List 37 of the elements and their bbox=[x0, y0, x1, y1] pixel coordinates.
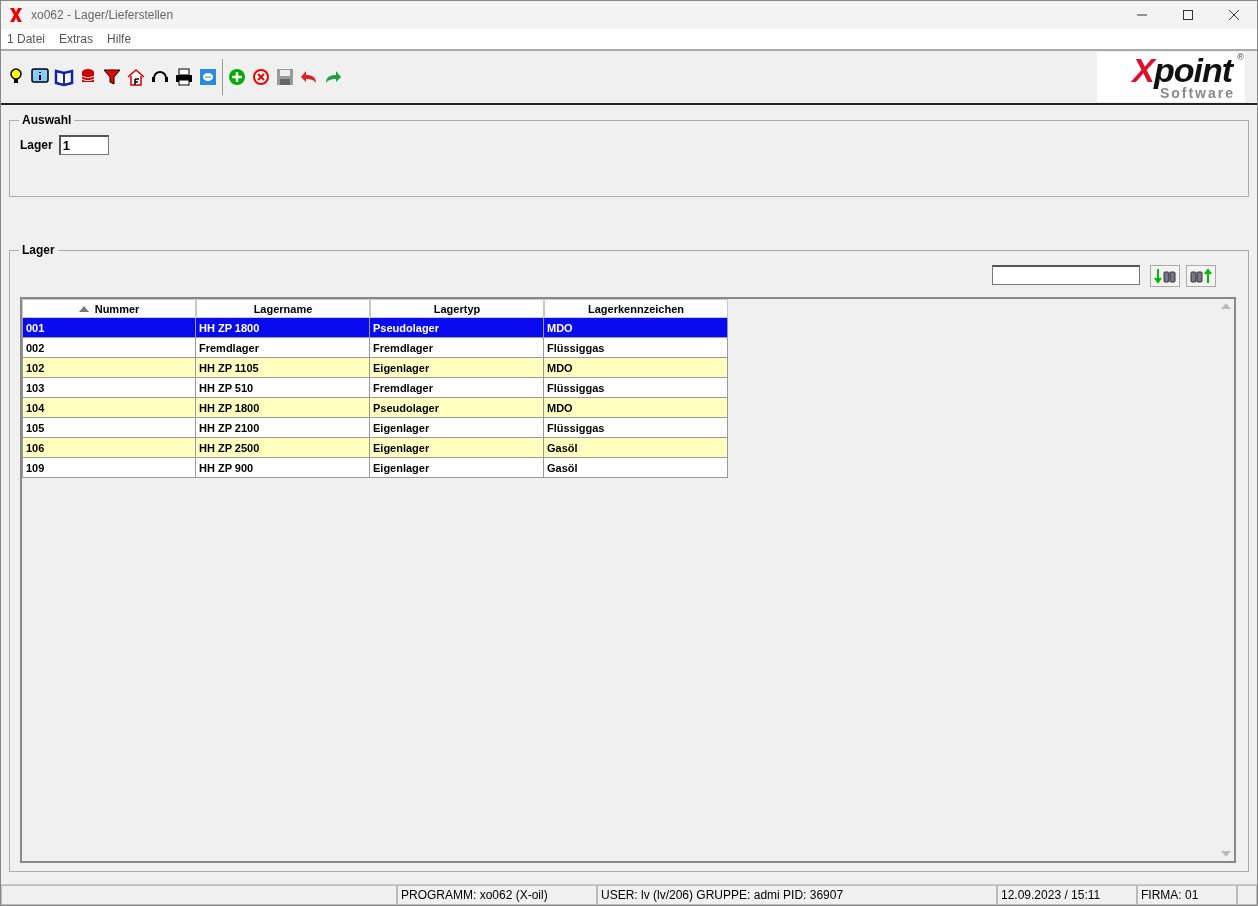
table-row[interactable]: 002 Fremdlager Fremdlager Flüssiggas bbox=[22, 338, 728, 358]
status-field: FIRMA: 01 bbox=[1137, 885, 1237, 905]
find-previous-button[interactable] bbox=[1186, 265, 1216, 287]
find-next-button[interactable] bbox=[1150, 265, 1180, 287]
column-header[interactable]: Lagerkennzeichen bbox=[544, 299, 728, 318]
company-logo: Xpoint Software ® bbox=[1097, 52, 1245, 102]
status-field: USER: lv (lv/206) GRUPPE: admi PID: 36907 bbox=[597, 885, 997, 905]
table-row[interactable]: 102 HH ZP 1105 Eigenlager MDO bbox=[22, 358, 728, 378]
table-cell: Gasöl bbox=[544, 458, 728, 478]
table-cell: 109 bbox=[22, 458, 196, 478]
sort-ascending-icon bbox=[78, 305, 89, 312]
column-header[interactable]: Nummer bbox=[22, 299, 196, 318]
table-row[interactable]: 109 HH ZP 900 Eigenlager Gasöl bbox=[22, 458, 728, 478]
table-row[interactable]: 105 HH ZP 2100 Eigenlager Flüssiggas bbox=[22, 418, 728, 438]
table-row[interactable]: 106 HH ZP 2500 Eigenlager Gasöl bbox=[22, 438, 728, 458]
input-field[interactable]: 1 bbox=[58, 135, 109, 155]
table-row[interactable]: 103 HH ZP 510 Fremdlager Flüssiggas bbox=[22, 378, 728, 398]
status-field: 12.09.2023 / 15:11 bbox=[997, 885, 1137, 905]
search-field[interactable] bbox=[992, 265, 1140, 285]
menu-item[interactable]: 1 Datei bbox=[7, 32, 46, 46]
menu-item[interactable]: Extras bbox=[59, 32, 94, 46]
app-logo-icon bbox=[9, 7, 23, 23]
window-title: xo062 - Lager/Lieferstellen bbox=[31, 8, 175, 22]
field-label: Lager bbox=[20, 138, 53, 152]
table-row[interactable]: 104 HH ZP 1800 Pseudolager MDO bbox=[22, 398, 728, 418]
column-header[interactable]: Lagername bbox=[196, 299, 370, 318]
table-cell: HH ZP 900 bbox=[196, 458, 370, 478]
close-icon bbox=[1229, 10, 1239, 20]
maximize-icon bbox=[1183, 10, 1193, 20]
status-field: PROGRAMM: xo062 (X-oil) bbox=[397, 885, 597, 905]
table-row[interactable]: 001 HH ZP 1800 Pseudolager MDO bbox=[22, 318, 728, 338]
table-cell: Eigenlager bbox=[370, 458, 544, 478]
group-title: Lager bbox=[21, 243, 56, 257]
group-title: Auswahl bbox=[21, 113, 73, 127]
column-header[interactable]: Lagertyp bbox=[370, 299, 544, 318]
resize-grip[interactable] bbox=[1237, 885, 1257, 905]
menu-item[interactable]: Hilfe bbox=[107, 32, 132, 46]
